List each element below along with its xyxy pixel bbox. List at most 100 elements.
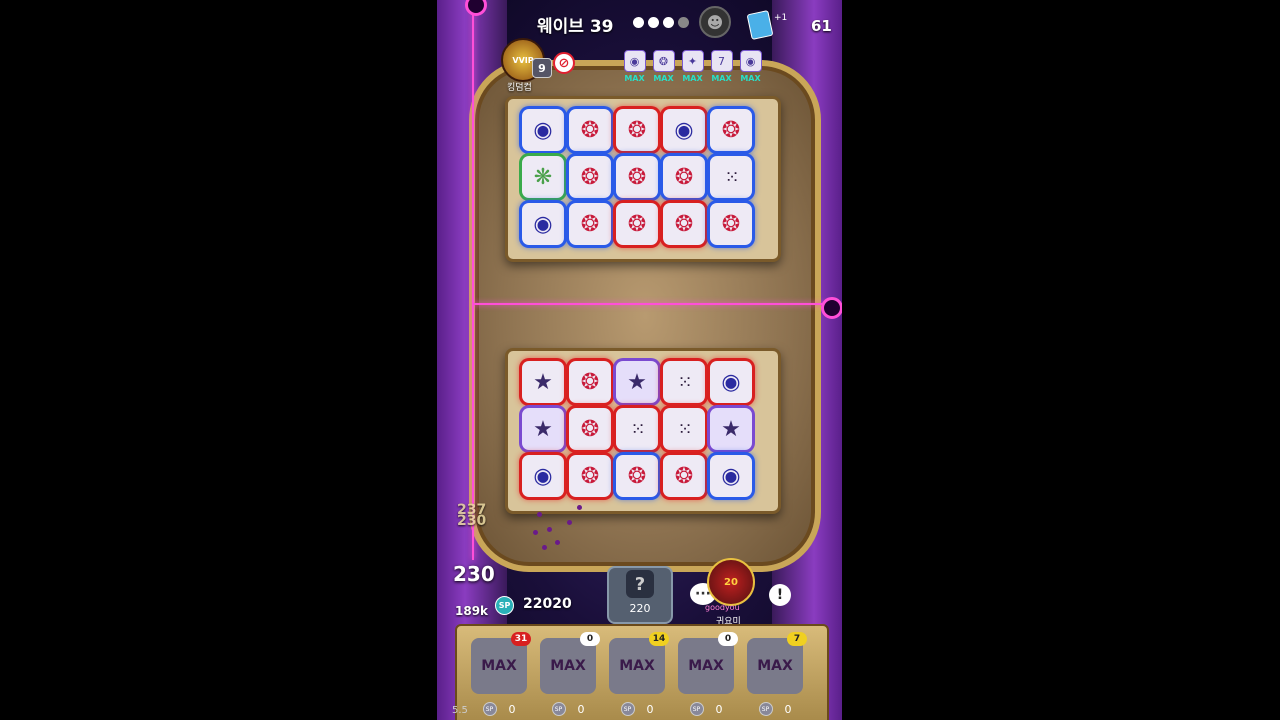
boss-icon: ☻ bbox=[699, 6, 731, 38]
sp-icon: SP bbox=[495, 596, 514, 615]
upgrade-item[interactable]: ◉ MAX bbox=[623, 50, 646, 83]
wave-dot bbox=[663, 17, 674, 28]
dice-swirl[interactable]: ❂ bbox=[569, 408, 611, 450]
vortex-icon: ◉ bbox=[533, 117, 553, 143]
dice-star[interactable]: ★ bbox=[710, 408, 752, 450]
dots-icon: ⁙ bbox=[630, 418, 645, 440]
dice-swirl[interactable]: ❂ bbox=[710, 109, 752, 151]
dice-swirl[interactable]: ❂ bbox=[569, 109, 611, 151]
deck-slot[interactable]: MAX 14 bbox=[609, 632, 669, 694]
dice-swirl[interactable]: ❂ bbox=[569, 156, 611, 198]
slot-cost: SP 0 bbox=[609, 702, 665, 716]
deck-slot[interactable]: MAX 0 bbox=[678, 632, 738, 694]
slot-cost-value: 0 bbox=[508, 702, 516, 716]
dice-cog[interactable]: ❋ bbox=[522, 156, 564, 198]
cog-icon: ❋ bbox=[533, 164, 553, 190]
dice-swirl[interactable]: ❂ bbox=[616, 156, 658, 198]
dice-swirl[interactable]: ❂ bbox=[569, 455, 611, 497]
dice-dots[interactable]: ⁙ bbox=[663, 361, 705, 403]
dice-icon: ✦ bbox=[681, 50, 704, 72]
dice-vortex[interactable]: ◉ bbox=[522, 109, 564, 151]
deck-slot[interactable]: MAX 0 bbox=[540, 632, 600, 694]
hp-ghost-next: 230 bbox=[457, 513, 487, 529]
vortex-icon: ◉ bbox=[721, 369, 741, 395]
star-icon: ★ bbox=[627, 369, 647, 395]
dots-icon: ⁙ bbox=[677, 371, 692, 393]
sp-icon: SP bbox=[620, 702, 635, 716]
dice-swirl[interactable]: ❂ bbox=[616, 203, 658, 245]
sp-icon: SP bbox=[758, 702, 773, 716]
sp-icon: SP bbox=[482, 702, 497, 716]
opponent-avatar[interactable]: 20 bbox=[707, 558, 755, 606]
dice-swirl[interactable]: ❂ bbox=[616, 455, 658, 497]
question-icon: ? bbox=[626, 570, 654, 598]
swirl-icon: ❂ bbox=[674, 211, 694, 237]
dice-vortex[interactable]: ◉ bbox=[710, 455, 752, 497]
dice-star[interactable]: ★ bbox=[522, 408, 564, 450]
swirl-icon: ❂ bbox=[721, 211, 741, 237]
dice-vortex[interactable]: ◉ bbox=[663, 109, 705, 151]
game-screen: 웨이브 39 ☻ +1 61 VVIP 9 ⊘ 킹덤컵 ◉ MAX ❂ MAX ✦ MAX… bbox=[437, 0, 842, 720]
summon-button[interactable]: ? 220 bbox=[607, 566, 673, 624]
cards-icon[interactable] bbox=[746, 9, 774, 41]
upgrade-row: ◉ MAX ❂ MAX ✦ MAX 7 MAX ◉ MAX bbox=[623, 50, 762, 83]
deck-slot[interactable]: MAX 31 bbox=[471, 632, 531, 694]
slot-level-label: MAX bbox=[688, 658, 724, 674]
wave-dot bbox=[633, 17, 644, 28]
vortex-icon: ◉ bbox=[533, 211, 553, 237]
upgrade-item[interactable]: ◉ MAX bbox=[739, 50, 762, 83]
dice-star[interactable]: ★ bbox=[522, 361, 564, 403]
life-points: 230 bbox=[453, 562, 495, 586]
dice-swirl[interactable]: ❂ bbox=[663, 455, 705, 497]
dice-icon: ◉ bbox=[739, 50, 762, 72]
sp-icon: SP bbox=[689, 702, 704, 716]
dice-dots[interactable]: ⁙ bbox=[710, 156, 752, 198]
swirl-icon: ❂ bbox=[580, 211, 600, 237]
lane-orb bbox=[821, 297, 842, 319]
dice-swirl[interactable]: ❂ bbox=[616, 109, 658, 151]
sp-amount: 22020 bbox=[523, 596, 572, 612]
slot-count-badge: 14 bbox=[649, 632, 669, 646]
player-level-badge: 9 bbox=[532, 58, 552, 78]
swirl-icon: ❂ bbox=[580, 164, 600, 190]
vvip-label: VVIP bbox=[512, 55, 534, 65]
dice-swirl[interactable]: ❂ bbox=[569, 361, 611, 403]
dice-star[interactable]: ★ bbox=[616, 361, 658, 403]
dice-swirl[interactable]: ❂ bbox=[663, 203, 705, 245]
slot-count-badge: 7 bbox=[787, 632, 807, 646]
slot-level-label: MAX bbox=[757, 658, 793, 674]
dice-vortex[interactable]: ◉ bbox=[710, 361, 752, 403]
sp-icon: SP bbox=[551, 702, 566, 716]
slot-cost: SP 0 bbox=[471, 702, 527, 716]
deck-slot[interactable]: MAX 7 bbox=[747, 632, 807, 694]
swirl-icon: ❂ bbox=[627, 463, 647, 489]
opponent-board: ◉ ❂ ❂ ◉ ❂ ❋ ❂ ❂ ❂ ⁙ ◉ ❂ ❂ ❂ ❂ bbox=[505, 96, 781, 262]
alert-button[interactable]: ! bbox=[769, 584, 791, 606]
dice-dots[interactable]: ⁙ bbox=[663, 408, 705, 450]
dice-dots[interactable]: ⁙ bbox=[616, 408, 658, 450]
upgrade-item[interactable]: 7 MAX bbox=[710, 50, 733, 83]
dice-swirl[interactable]: ❂ bbox=[569, 203, 611, 245]
swirl-icon: ❂ bbox=[674, 164, 694, 190]
wave-dot bbox=[648, 17, 659, 28]
dice-vortex[interactable]: ◉ bbox=[522, 203, 564, 245]
dice-icon: 7 bbox=[710, 50, 733, 72]
dice-swirl[interactable]: ❂ bbox=[663, 156, 705, 198]
slot-cost: SP 0 bbox=[747, 702, 803, 716]
upgrade-item[interactable]: ✦ MAX bbox=[681, 50, 704, 83]
wave-label: 웨이브 39 bbox=[537, 17, 614, 37]
summon-cost: 220 bbox=[629, 602, 651, 615]
vortex-icon: ◉ bbox=[721, 463, 741, 489]
swirl-icon: ❂ bbox=[580, 369, 600, 395]
cards-plus: +1 bbox=[774, 13, 788, 23]
swirl-icon: ❂ bbox=[627, 117, 647, 143]
dice-swirl[interactable]: ❂ bbox=[710, 203, 752, 245]
upgrade-level-label: MAX bbox=[740, 74, 761, 83]
dice-vortex[interactable]: ◉ bbox=[522, 455, 564, 497]
hp-ghost: 237 230 bbox=[457, 503, 487, 529]
upgrade-item[interactable]: ❂ MAX bbox=[652, 50, 675, 83]
slot-cost-value: 0 bbox=[577, 702, 585, 716]
ban-icon[interactable]: ⊘ bbox=[553, 52, 575, 74]
swirl-icon: ❂ bbox=[674, 463, 694, 489]
slot-level-label: MAX bbox=[619, 658, 655, 674]
